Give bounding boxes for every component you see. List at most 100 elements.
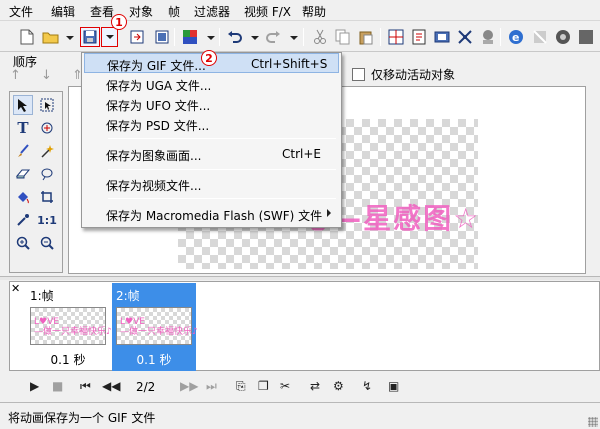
transform-tool-icon[interactable] [37,118,57,138]
optimize-icon[interactable] [455,27,475,47]
eyedropper-tool-icon[interactable] [13,210,33,230]
menu-edit[interactable]: 编辑 [51,3,75,20]
close-icon[interactable]: ✕ [11,282,20,295]
crop-tool-icon[interactable] [37,187,57,207]
svg-text:e: e [512,31,519,44]
preview-icon[interactable] [553,27,573,47]
frame-properties-icon[interactable]: ⚙ [333,379,344,393]
zoom-in-tool-icon[interactable] [13,233,33,253]
select-rect-tool-icon[interactable] [37,95,57,115]
import-icon[interactable] [128,27,148,47]
save-dropdown-button[interactable] [101,27,118,47]
menu-separator [108,169,336,170]
toolbar-separator [500,28,501,46]
undo-icon[interactable] [225,27,245,47]
menu-frame[interactable]: 帧 [168,3,180,20]
cut-icon[interactable] [310,27,330,47]
menu-view[interactable]: 查看 [90,3,114,20]
brush-tool-icon[interactable] [13,141,33,161]
more-icon[interactable] [576,27,596,47]
actual-size-tool-icon[interactable]: 1:1 [37,210,57,230]
menu-save-uga[interactable]: 保存为 UGA 文件... [84,74,339,94]
toolbox: T 1:1 [9,91,63,273]
view-icon[interactable] [432,27,452,47]
menu-filter[interactable]: 过滤器 [194,3,230,20]
playback-toolbar: ▶ ■ ⏮ ◀◀ ▶▶ ⏭ ⎘ ❐ ✂ ⇄ ⚙ ↯ ▣ [0,373,600,399]
menu-save-ufo-label: 保存为 UFO 文件... [106,99,211,113]
menu-save-uga-label: 保存为 UGA 文件... [106,79,212,93]
step-callout-1: 1 [111,14,127,30]
open-dropdown-icon[interactable] [66,36,74,40]
color-dropdown-icon[interactable] [207,36,215,40]
play-icon[interactable]: ▶ [30,379,39,393]
resize-grip[interactable] [588,417,598,427]
menu-save-psd-label: 保存为 PSD 文件... [106,119,210,133]
export-icon[interactable] [151,27,171,47]
last-frame-icon: ⏭ [206,379,217,393]
properties-icon[interactable] [409,27,429,47]
menu-object[interactable]: 对象 [129,3,153,20]
frame-timing-icon[interactable]: ▣ [388,379,399,393]
insert-frame-icon[interactable]: ⇄ [310,379,320,393]
stop-icon: ■ [52,379,64,393]
delete-frame-icon[interactable]: ✂ [280,379,290,393]
toolbar-separator [380,28,381,46]
duplicate-frame-icon[interactable]: ❐ [258,379,269,393]
toolbar-separator [174,28,175,46]
copy-icon[interactable] [333,27,353,47]
app-window: 文件 编辑 查看 对象 帧 过滤器 视频 F/X 帮助 e 顺序 ↑ ↓ ⇑ ⇓… [0,0,600,429]
reverse-frames-icon[interactable]: ↯ [362,379,372,393]
menu-save-swf[interactable]: 保存为 Macromedia Flash (SWF) 文件 [84,204,339,224]
frame-duration[interactable]: 0.1 秒 [26,351,110,368]
add-frame-icon[interactable]: ⎘ [236,379,246,394]
move-active-checkbox[interactable] [352,68,365,81]
frame-item-selected[interactable]: 2:帧 L♥VE —做一只幸福快乐♪ 0.1 秒 [112,283,198,371]
frame-duration[interactable]: 0.1 秒 [112,351,196,368]
redo-dropdown-icon[interactable] [290,36,298,40]
menubar: 文件 编辑 查看 对象 帧 过滤器 视频 F/X 帮助 [0,0,600,21]
submenu-arrow-icon [327,209,331,217]
web-icon[interactable]: e [506,27,526,47]
open-icon[interactable] [41,27,61,47]
menu-help[interactable]: 帮助 [302,3,326,20]
frame-thumbnail-text: L♥VE —做一只幸福快乐♪ [34,317,112,337]
lasso-tool-icon[interactable] [37,164,57,184]
toolbar-separator [219,28,220,46]
menu-save-image[interactable]: 保存为图象画面... Ctrl+E [84,144,339,164]
menu-save-ufo[interactable]: 保存为 UFO 文件... [84,94,339,114]
menu-save-gif-label: 保存为 GIF 文件... [107,59,206,73]
undo-dropdown-icon[interactable] [251,36,259,40]
new-icon[interactable] [17,27,37,47]
menu-separator [108,198,336,199]
text-tool-icon[interactable]: T [13,118,33,138]
eraser-tool-icon[interactable] [13,164,33,184]
vertical-scrollbar[interactable] [586,86,600,274]
prev-frame-icon[interactable]: ◀◀ [102,379,120,393]
panel-splitter[interactable] [0,276,600,280]
menu-file[interactable]: 文件 [9,3,33,20]
menu-save-image-shortcut: Ctrl+E [282,147,321,161]
menu-save-gif-shortcut: Ctrl+Shift+S [251,57,328,71]
move-active-option[interactable]: 仅移动活动对象 [352,66,455,83]
menu-save-video[interactable]: 保存为视频文件... [84,174,339,194]
paste-icon[interactable] [356,27,376,47]
frame-grid-icon[interactable] [386,27,406,47]
first-frame-icon[interactable]: ⏮ [80,379,91,394]
zoom-out-tool-icon[interactable] [37,233,57,253]
save-as-menu: 保存为 GIF 文件... Ctrl+Shift+S 保存为 UGA 文件...… [81,52,342,228]
redo-icon[interactable] [263,27,283,47]
frame-label: 1:帧 [30,289,54,303]
magic-wand-tool-icon[interactable] [37,141,57,161]
color-icon[interactable] [180,27,200,47]
frame-thumbnail-text: L♥VE —做一只幸福快乐♪ [120,317,198,337]
menu-video-fx[interactable]: 视频 F/X [244,3,291,20]
menu-save-swf-label: 保存为 Macromedia Flash (SWF) 文件 [106,209,323,223]
move-active-label: 仅移动活动对象 [371,68,456,82]
save-icon[interactable] [80,27,100,47]
effects-icon[interactable] [478,27,498,47]
pointer-tool-icon[interactable] [13,95,33,115]
fill-tool-icon[interactable] [13,187,33,207]
frame-item[interactable]: 1:帧 L♥VE —做一只幸福快乐♪ 0.1 秒 [26,283,112,371]
menu-save-psd[interactable]: 保存为 PSD 文件... [84,114,339,134]
menu-save-video-label: 保存为视频文件... [106,179,202,193]
